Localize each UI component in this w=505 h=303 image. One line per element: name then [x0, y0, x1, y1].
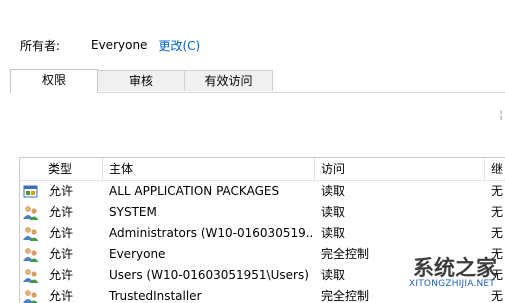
- column-header-principal[interactable]: 主体: [103, 158, 315, 180]
- owner-label: 所有者:: [20, 38, 61, 53]
- table-row[interactable]: 允许 TrustedInstaller 完全控制 无: [20, 286, 505, 303]
- tab-effective-access[interactable]: 有效访问: [184, 70, 273, 91]
- entry-access: 完全控制: [321, 289, 370, 303]
- entry-principal: SYSTEM: [109, 205, 157, 219]
- entry-inherited: 无: [491, 289, 504, 303]
- app-package-icon: [23, 185, 38, 198]
- entry-inherited: 无: [491, 205, 504, 219]
- tab-permissions[interactable]: 权限: [10, 69, 98, 93]
- entry-type: 允许: [49, 226, 74, 240]
- entry-inherited: 无: [491, 184, 504, 198]
- column-header-type[interactable]: 类型: [42, 158, 103, 180]
- entry-inherited: 无: [491, 226, 504, 240]
- tab-auditing[interactable]: 审核: [97, 70, 185, 91]
- table-row[interactable]: 允许 Everyone 完全控制 无: [20, 244, 505, 265]
- change-owner-link[interactable]: 更改(C): [158, 37, 200, 54]
- entry-type: 允许: [49, 247, 74, 261]
- entry-type: 允许: [49, 184, 74, 198]
- entry-inherited: 无: [491, 268, 504, 282]
- user-group-icon: [23, 206, 39, 220]
- entry-access: 读取: [321, 226, 346, 240]
- entry-principal: Administrators (W10-016030519...: [109, 226, 314, 240]
- entry-inherited: 无: [491, 247, 504, 261]
- table-header: 类型 主体 访问 继: [20, 158, 505, 181]
- table-row[interactable]: 允许 ALL APPLICATION PACKAGES 读取 无: [20, 181, 505, 202]
- entry-type: 允许: [49, 268, 74, 282]
- panel-edge-mark: ¦: [499, 108, 503, 121]
- entry-principal: Users (W10-01603051951\Users): [109, 268, 309, 282]
- owner-value: Everyone: [91, 38, 148, 52]
- user-group-icon: [23, 248, 39, 262]
- column-header-inherited[interactable]: 继: [485, 158, 505, 180]
- entry-access: 读取: [321, 184, 346, 198]
- entry-type: 允许: [49, 289, 74, 303]
- table-row[interactable]: 允许 SYSTEM 读取 无: [20, 202, 505, 223]
- user-group-icon: [23, 290, 38, 303]
- user-group-icon: [23, 269, 39, 283]
- entry-access: 读取: [321, 205, 346, 219]
- entry-principal: TrustedInstaller: [109, 289, 202, 303]
- user-group-icon: [23, 227, 39, 241]
- column-header-access[interactable]: 访问: [315, 158, 485, 180]
- entry-access: 完全控制: [321, 247, 370, 261]
- entry-principal: Everyone: [109, 247, 166, 261]
- permission-entries-table[interactable]: 类型 主体 访问 继 允许 ALL APPLICATION PACKAGES 读…: [19, 157, 505, 303]
- owner-row: 所有者: Everyone 更改(C): [20, 37, 200, 53]
- table-row[interactable]: 允许 Administrators (W10-016030519... 读取 无: [20, 223, 505, 244]
- table-row[interactable]: 允许 Users (W10-01603051951\Users) 读取 无: [20, 265, 505, 286]
- entry-access: 读取: [321, 268, 346, 282]
- entry-type: 允许: [49, 205, 74, 219]
- entry-principal: ALL APPLICATION PACKAGES: [109, 184, 280, 198]
- tab-bar: 权限 审核 有效访问: [10, 69, 505, 93]
